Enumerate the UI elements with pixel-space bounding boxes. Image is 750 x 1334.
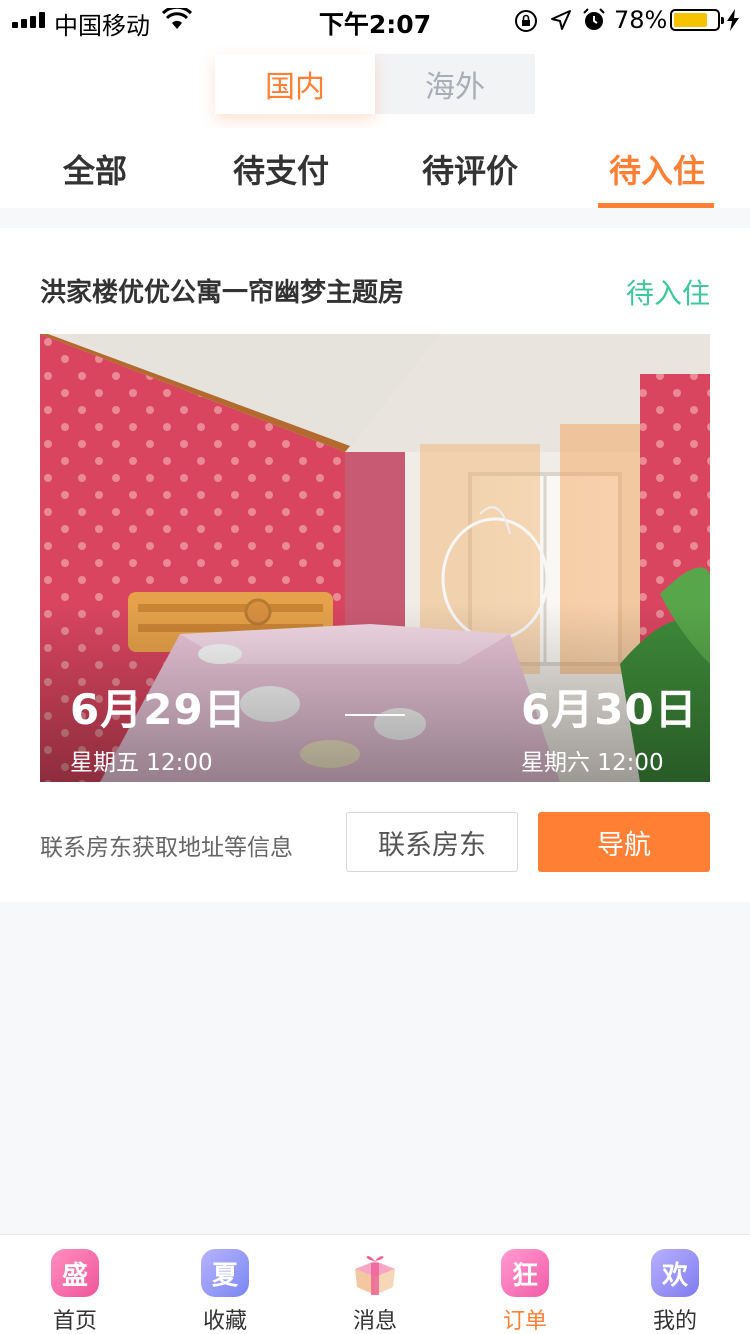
active-tab-indicator (598, 203, 714, 208)
contact-hint: 联系房东获取地址等信息 (40, 835, 293, 861)
region-overseas[interactable]: 海外 (375, 54, 535, 114)
tab-pending-payment[interactable]: 待支付 (233, 146, 329, 192)
nav-messages[interactable]: 消息 (300, 1235, 450, 1334)
checkin-date-value: 6月29日 (70, 685, 247, 734)
order-title: 洪家楼优优公寓一帘幽梦主题房 (40, 278, 405, 308)
checkin-date-detail: 星期五 12:00 (70, 750, 213, 776)
nav-home[interactable]: 盛 首页 (0, 1235, 150, 1334)
bottom-nav: 盛 首页 夏 收藏 消息 狂 订单 欢 我的 (0, 1234, 750, 1334)
nav-label-home: 首页 (52, 1309, 97, 1334)
nav-favorites[interactable]: 夏 收藏 (150, 1235, 300, 1334)
order-tabs: 全部 待支付 待评价 待入住 (0, 128, 750, 208)
nav-label-profile: 我的 (652, 1309, 697, 1334)
order-card[interactable]: 洪家楼优优公寓一帘幽梦主题房 待入住 6月29日 星期五 12:00 6月30日… (0, 228, 750, 902)
checkout-date-detail: 星期六 12:00 (521, 750, 664, 776)
tab-pending-review[interactable]: 待评价 (422, 146, 518, 192)
checkin-date: 6月29日 星期五 12:00 (70, 676, 247, 777)
contact-host-button[interactable]: 联系房东 (346, 812, 518, 872)
gift-box-icon (355, 1256, 395, 1295)
tab-all[interactable]: 全部 (63, 146, 127, 192)
tab-pending-checkin[interactable]: 待入住 (609, 146, 705, 192)
profile-icon: 欢 (651, 1249, 699, 1297)
battery-percent: 78% (614, 6, 668, 34)
order-status: 待入住 (625, 277, 710, 310)
nav-label-messages: 消息 (352, 1309, 397, 1334)
checkout-date: 6月30日 星期六 12:00 (521, 676, 698, 777)
checkout-date-value: 6月30日 (521, 685, 698, 734)
region-switch: 国内 海外 (215, 54, 535, 114)
location-icon (551, 10, 571, 30)
battery-icon (670, 9, 724, 31)
nav-label-favorites: 收藏 (202, 1309, 247, 1334)
orders-icon: 狂 (501, 1249, 549, 1297)
date-separator (345, 714, 405, 716)
home-icon: 盛 (51, 1249, 99, 1297)
rotation-lock-icon (515, 10, 537, 32)
navigate-button[interactable]: 导航 (538, 812, 710, 872)
region-bar: 国内 海外 (0, 40, 750, 128)
nav-profile[interactable]: 欢 我的 (600, 1235, 750, 1334)
alarm-icon (583, 8, 605, 30)
status-bar: 中国移动 下午2:07 78% (0, 0, 750, 40)
favorites-icon: 夏 (201, 1249, 249, 1297)
charging-icon (727, 9, 739, 31)
nav-label-orders: 订单 (502, 1309, 547, 1334)
nav-orders[interactable]: 狂 订单 (450, 1235, 600, 1334)
room-photo[interactable]: 6月29日 星期五 12:00 6月30日 星期六 12:00 (40, 334, 710, 782)
region-domestic[interactable]: 国内 (215, 54, 375, 114)
